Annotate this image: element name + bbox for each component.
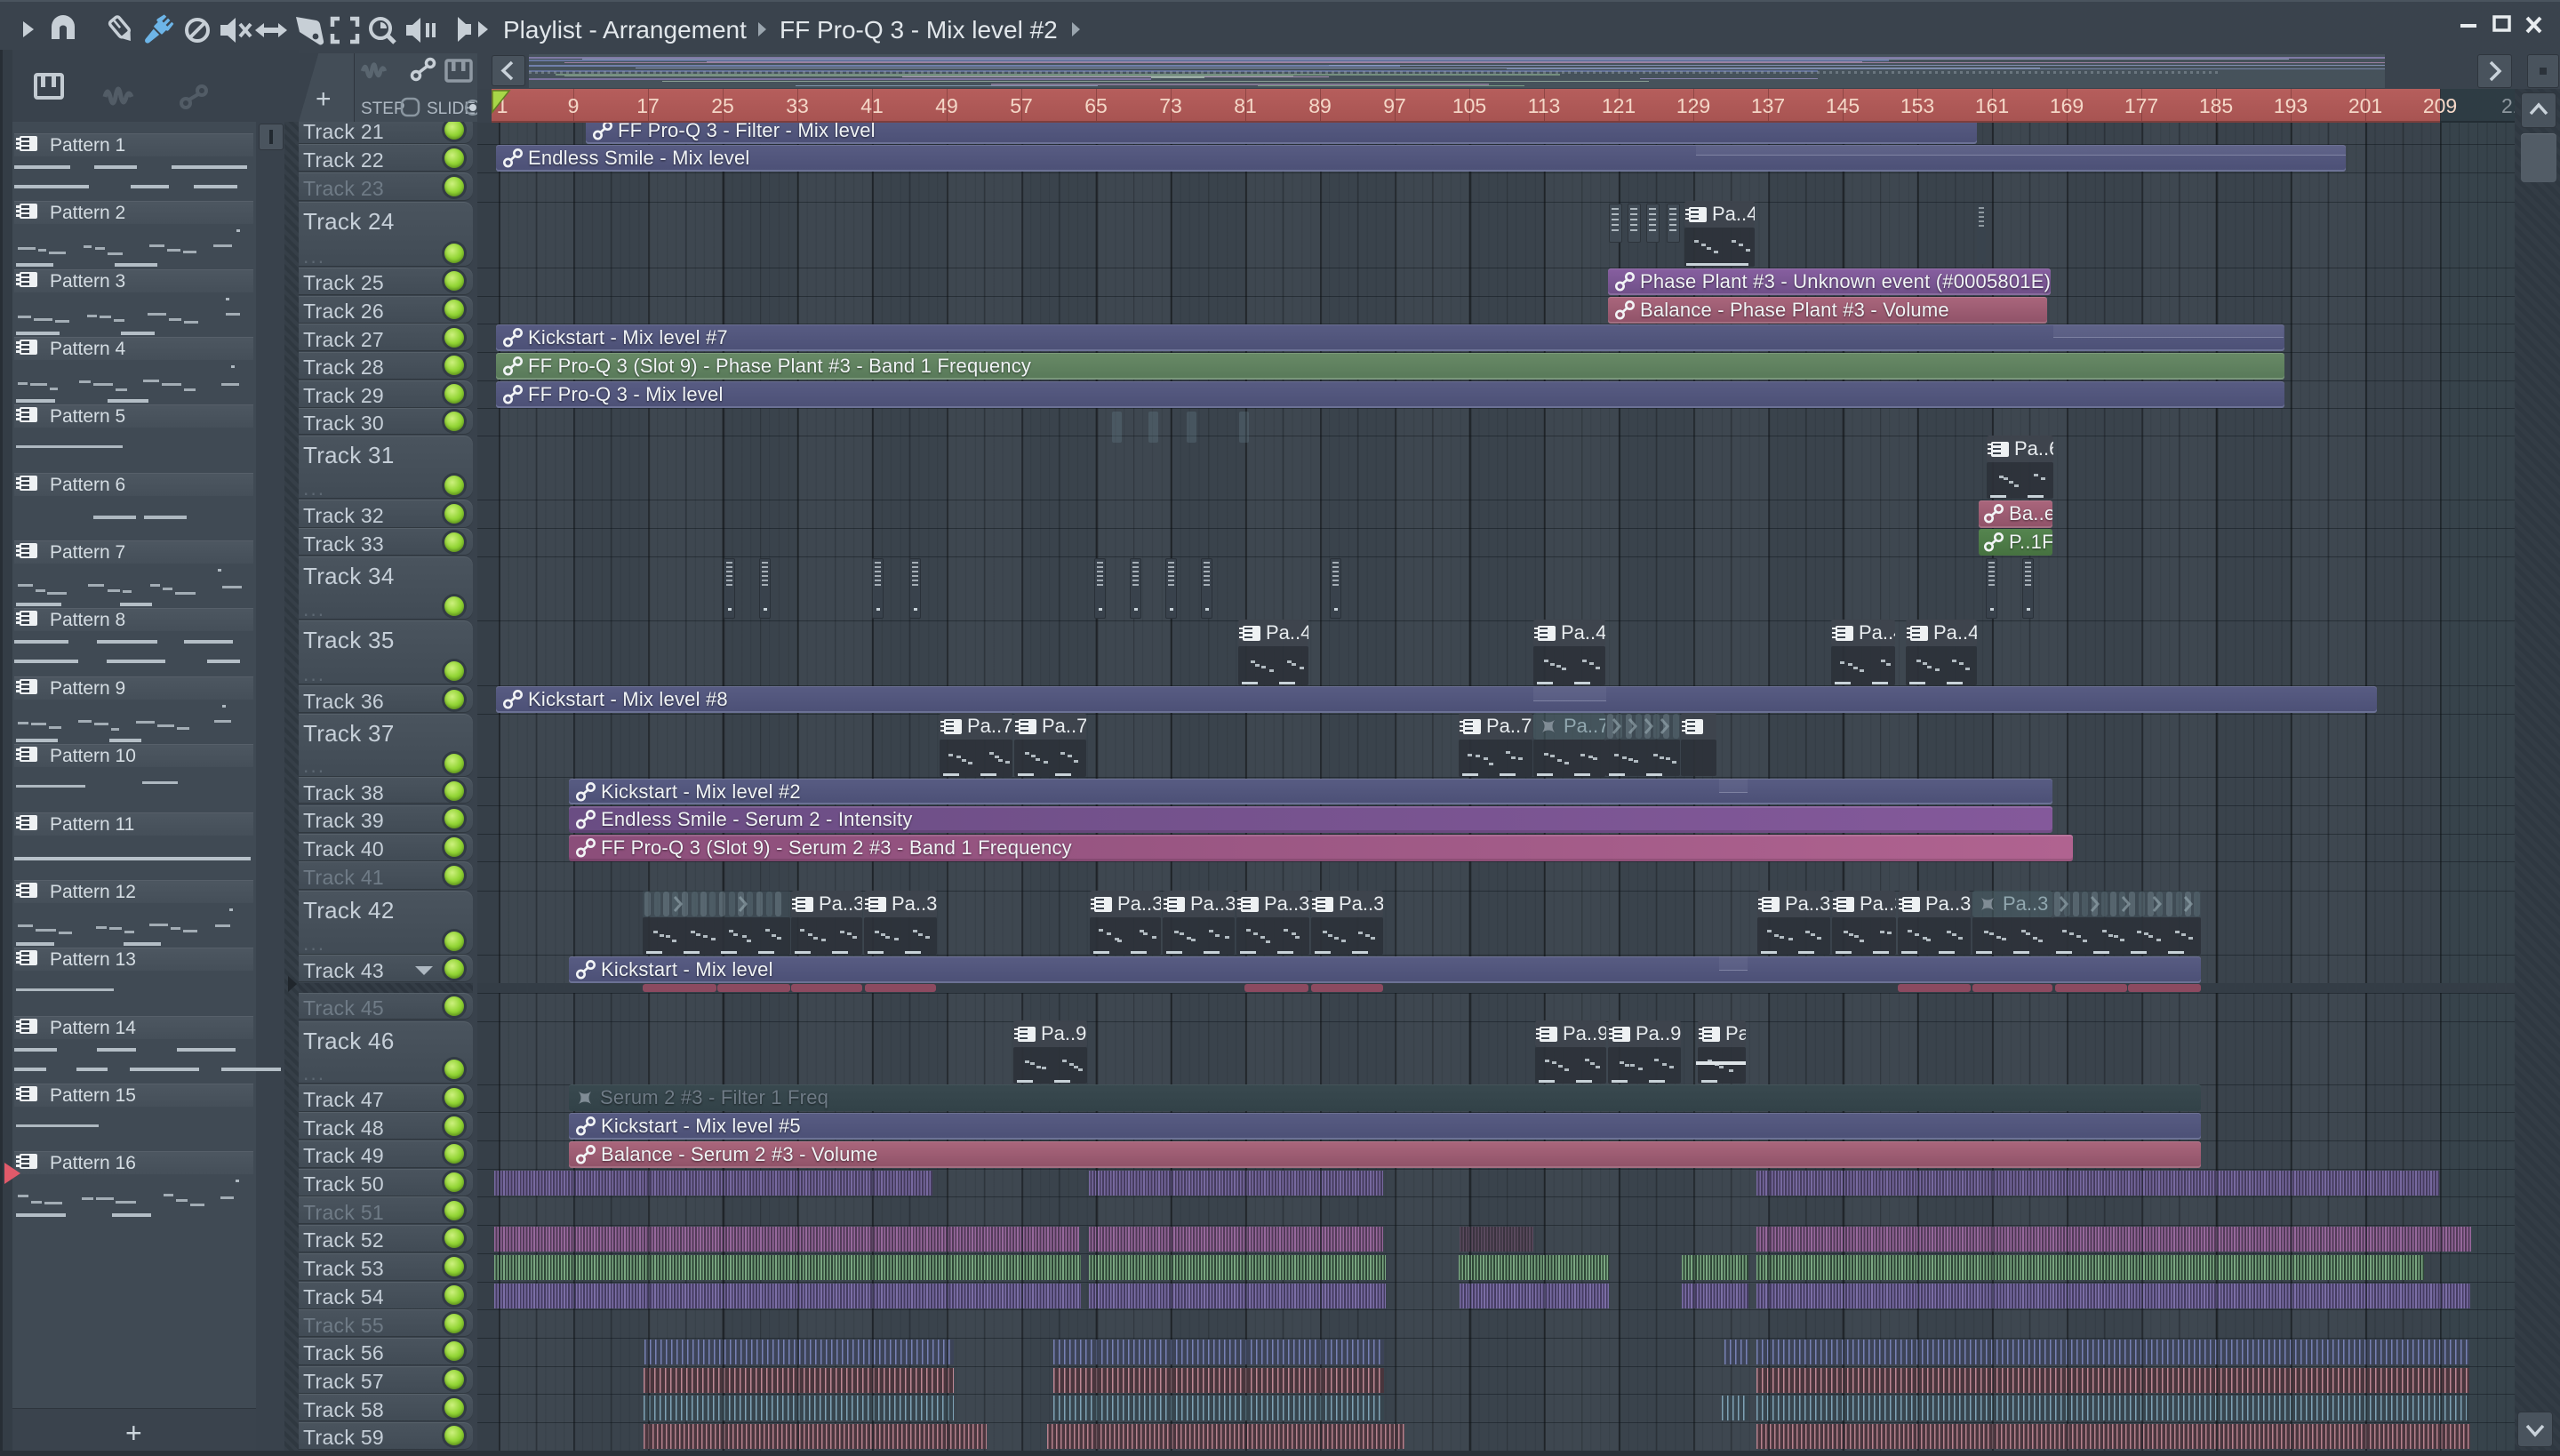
svg-text:STEP: STEP: [361, 100, 405, 118]
svg-text:Playlist - Arrangement: Playlist - Arrangement: [503, 16, 747, 44]
svg-text:FF Pro-Q 3 - Mix level #2: FF Pro-Q 3 - Mix level #2: [780, 16, 1058, 44]
